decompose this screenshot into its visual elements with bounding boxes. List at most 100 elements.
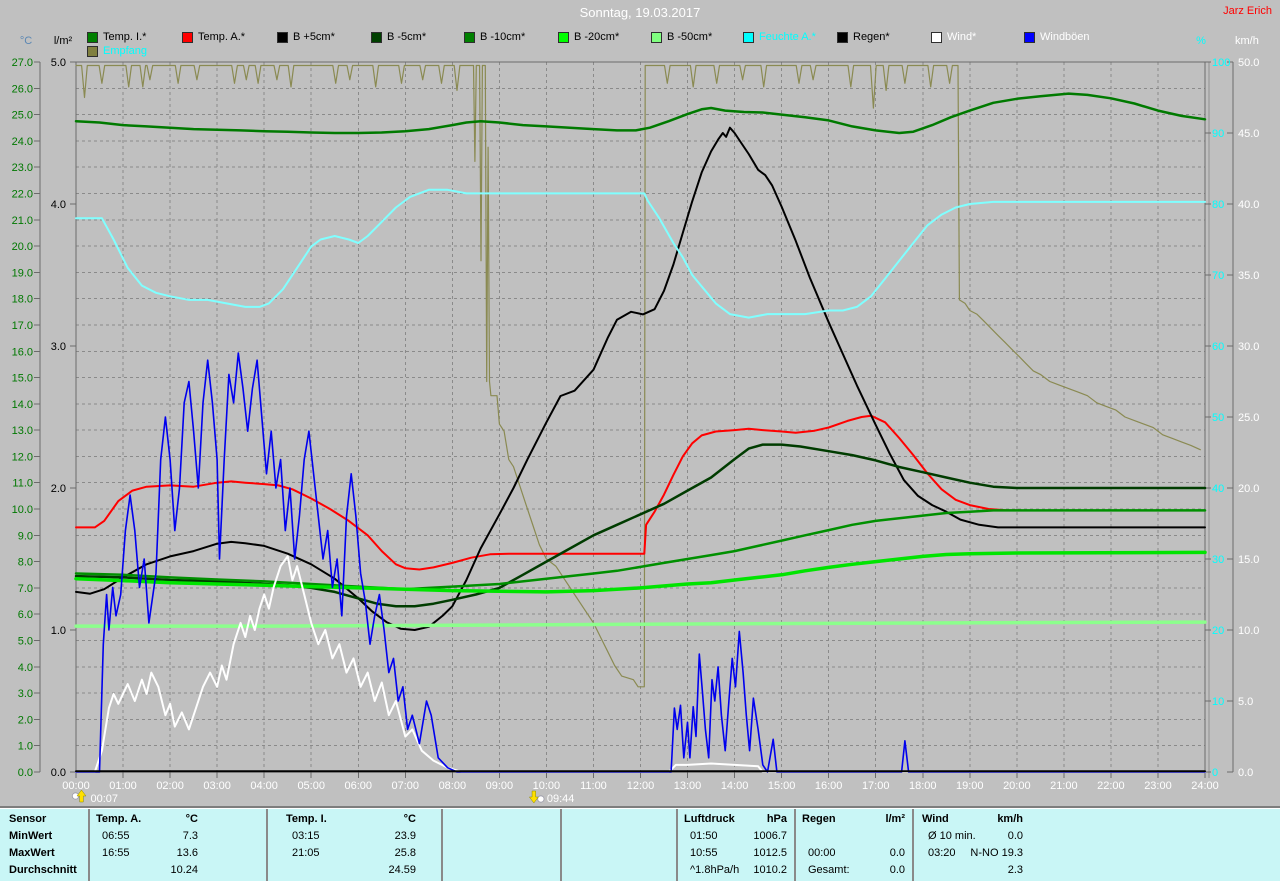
stat-value: 25.8 bbox=[266, 847, 416, 860]
stat-value: 24.59 bbox=[266, 864, 416, 877]
y-tick-degC: 13.0 bbox=[12, 425, 33, 437]
stat-value: 23.9 bbox=[266, 830, 416, 843]
y-tick-pct: 90 bbox=[1212, 128, 1224, 140]
x-tick-hour: 00:00 bbox=[62, 780, 90, 792]
y-tick-degC: 17.0 bbox=[12, 320, 33, 332]
x-tick-hour: 19:00 bbox=[956, 780, 984, 792]
y-tick-degC: 14.0 bbox=[12, 399, 33, 411]
y-tick-degC: 25.0 bbox=[12, 110, 33, 122]
x-tick-hour: 05:00 bbox=[297, 780, 325, 792]
weather-app-screen: Sonntag, 19.03.2017 Jarz Erich Temp. I.*… bbox=[0, 0, 1280, 881]
row-label-durchschnitt: Durchschnitt bbox=[9, 864, 77, 877]
y-tick-kmh: 35.0 bbox=[1238, 270, 1259, 282]
y-tick-degC: 11.0 bbox=[12, 478, 33, 490]
x-tick-hour: 07:00 bbox=[392, 780, 420, 792]
stat-value: 1006.7 bbox=[676, 830, 787, 843]
y-tick-kmh: 0.0 bbox=[1238, 767, 1253, 779]
group-header-unit: km/h bbox=[912, 813, 1023, 826]
y-tick-kmh: 15.0 bbox=[1238, 554, 1259, 566]
x-tick-hour: 14:00 bbox=[721, 780, 749, 792]
stat-value: N-NO 19.3 bbox=[912, 847, 1023, 860]
y-tick-degC: 12.0 bbox=[12, 451, 33, 463]
y-tick-degC: 0.0 bbox=[18, 767, 33, 779]
y-tick-degC: 5.0 bbox=[18, 636, 33, 648]
y-tick-kmh: 50.0 bbox=[1238, 57, 1259, 69]
y-tick-degC: 4.0 bbox=[18, 662, 33, 674]
y-tick-degC: 22.0 bbox=[12, 188, 33, 200]
y-tick-lm2: 1.0 bbox=[51, 625, 66, 637]
x-tick-hour: 20:00 bbox=[1003, 780, 1031, 792]
x-tick-hour: 03:00 bbox=[203, 780, 231, 792]
weather-chart: °Cl/m²%km/h0.01.02.03.04.05.06.07.08.09.… bbox=[0, 0, 1280, 806]
y-tick-degC: 1.0 bbox=[18, 741, 33, 753]
y-tick-degC: 21.0 bbox=[12, 215, 33, 227]
y-tick-kmh: 30.0 bbox=[1238, 341, 1259, 353]
x-tick-hour: 23:00 bbox=[1144, 780, 1172, 792]
x-tick-hour: 21:00 bbox=[1050, 780, 1078, 792]
x-tick-hour: 12:00 bbox=[627, 780, 655, 792]
marker-time-label: 09:44 bbox=[547, 793, 575, 805]
y-tick-degC: 15.0 bbox=[12, 373, 33, 385]
y-tick-degC: 23.0 bbox=[12, 162, 33, 174]
x-tick-hour: 02:00 bbox=[156, 780, 184, 792]
group-header-unit: °C bbox=[88, 813, 198, 826]
y-tick-kmh: 10.0 bbox=[1238, 625, 1259, 637]
y-tick-lm2: 4.0 bbox=[51, 199, 66, 211]
y-tick-pct: 0 bbox=[1212, 767, 1218, 779]
y-tick-degC: 18.0 bbox=[12, 294, 33, 306]
stats-table: SensorMinWertMaxWertDurchschnittTemp. A.… bbox=[0, 806, 1280, 881]
y-tick-pct: 30 bbox=[1212, 554, 1224, 566]
y-tick-pct: 100 bbox=[1212, 57, 1230, 69]
x-tick-hour: 04:00 bbox=[250, 780, 278, 792]
series-b-50cm bbox=[76, 622, 1205, 626]
stat-value: 0.0 bbox=[794, 847, 905, 860]
y-tick-pct: 50 bbox=[1212, 412, 1224, 424]
y-tick-kmh: 5.0 bbox=[1238, 696, 1253, 708]
y-tick-degC: 10.0 bbox=[12, 504, 33, 516]
y-tick-degC: 2.0 bbox=[18, 714, 33, 726]
y-axis-unit-lm2: l/m² bbox=[54, 35, 73, 47]
stat-value: 2.3 bbox=[912, 864, 1023, 877]
stat-value: 10.24 bbox=[88, 864, 198, 877]
row-label-sensor: Sensor bbox=[9, 813, 46, 826]
group-header-unit: hPa bbox=[676, 813, 787, 826]
row-label-minwert: MinWert bbox=[9, 830, 52, 843]
y-tick-degC: 8.0 bbox=[18, 557, 33, 569]
y-tick-kmh: 25.0 bbox=[1238, 412, 1259, 424]
y-tick-pct: 60 bbox=[1212, 341, 1224, 353]
stat-value: 1012.5 bbox=[676, 847, 787, 860]
x-tick-hour: 16:00 bbox=[815, 780, 843, 792]
y-tick-degC: 27.0 bbox=[12, 57, 33, 69]
y-tick-lm2: 5.0 bbox=[51, 57, 66, 69]
y-tick-degC: 20.0 bbox=[12, 241, 33, 253]
stat-value: 0.0 bbox=[912, 830, 1023, 843]
x-tick-hour: 09:00 bbox=[486, 780, 514, 792]
y-tick-degC: 19.0 bbox=[12, 267, 33, 279]
y-tick-lm2: 3.0 bbox=[51, 341, 66, 353]
y-tick-pct: 70 bbox=[1212, 270, 1224, 282]
y-tick-degC: 6.0 bbox=[18, 609, 33, 621]
y-tick-lm2: 2.0 bbox=[51, 483, 66, 495]
y-tick-pct: 40 bbox=[1212, 483, 1224, 495]
x-tick-hour: 15:00 bbox=[768, 780, 796, 792]
x-tick-hour: 17:00 bbox=[862, 780, 890, 792]
stat-value: 7.3 bbox=[88, 830, 198, 843]
y-tick-kmh: 45.0 bbox=[1238, 128, 1259, 140]
x-tick-hour: 24:00 bbox=[1191, 780, 1219, 792]
marker-time-label: 00:07 bbox=[91, 793, 119, 805]
y-tick-degC: 9.0 bbox=[18, 530, 33, 542]
x-tick-hour: 13:00 bbox=[674, 780, 702, 792]
table-divider-2 bbox=[441, 809, 443, 881]
group-header-unit: °C bbox=[266, 813, 416, 826]
stat-value: 1010.2 bbox=[676, 864, 787, 877]
y-tick-kmh: 40.0 bbox=[1238, 199, 1259, 211]
y-tick-degC: 3.0 bbox=[18, 688, 33, 700]
y-tick-degC: 16.0 bbox=[12, 346, 33, 358]
y-axis-unit-kmh: km/h bbox=[1235, 35, 1259, 47]
y-tick-kmh: 20.0 bbox=[1238, 483, 1259, 495]
stat-value: 13.6 bbox=[88, 847, 198, 860]
series-empfang bbox=[76, 66, 1200, 687]
row-label-maxwert: MaxWert bbox=[9, 847, 55, 860]
x-tick-hour: 08:00 bbox=[439, 780, 467, 792]
y-tick-degC: 24.0 bbox=[12, 136, 33, 148]
